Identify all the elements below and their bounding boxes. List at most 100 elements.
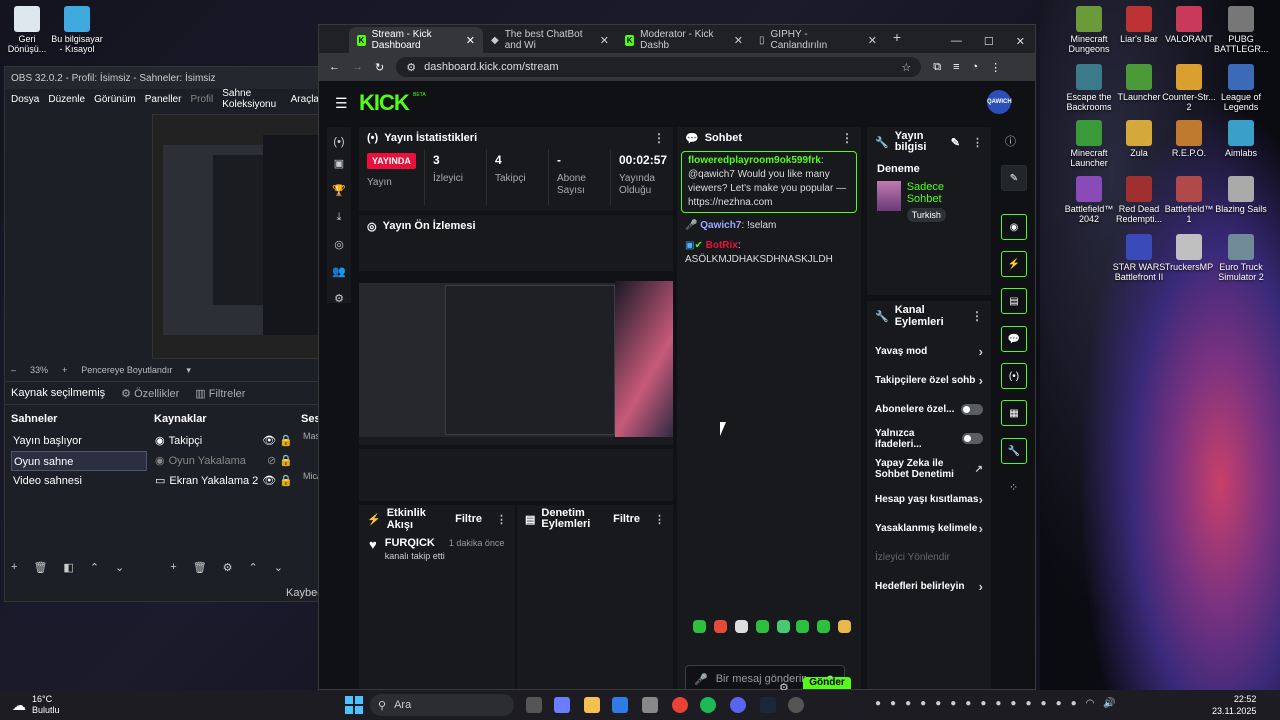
task-view-icon[interactable] (526, 697, 542, 713)
desktop-shortcut-icon[interactable]: PUBG BATTLEGR... (1214, 6, 1268, 54)
weather-widget[interactable]: ☁ 16°C Bulutlu (12, 694, 60, 716)
tray-icon[interactable]: ● (965, 698, 971, 709)
menu-file[interactable]: Dosya (11, 94, 39, 105)
filter-button[interactable]: Filtre (613, 513, 640, 525)
forward-icon[interactable]: → (352, 61, 363, 73)
action-goals[interactable]: Hedefleri belirleyin › (867, 572, 991, 601)
action-subscribers-only[interactable]: Abonelere özel... (867, 395, 991, 424)
library-icon[interactable]: ▣ (327, 157, 351, 184)
chrome-icon[interactable] (672, 697, 688, 713)
reload-icon[interactable]: ↻ (375, 61, 384, 74)
emote-icon[interactable] (714, 620, 727, 633)
more-icon[interactable]: ⋮ (972, 136, 983, 149)
more-icon[interactable]: ⋮ (653, 131, 665, 145)
tray-icon[interactable]: ● (1041, 698, 1047, 709)
minimize-icon[interactable]: — (951, 35, 962, 47)
desktop-shortcut-icon[interactable]: Battlefield™ 1 (1162, 176, 1216, 224)
apps-icon[interactable]: ⁘ (1009, 481, 1018, 494)
scene-item[interactable]: Video sahnesi (11, 471, 147, 491)
trophy-icon[interactable]: 🏆 (327, 184, 351, 211)
app-icon[interactable] (788, 697, 804, 713)
volume-icon[interactable]: 🔊 (1103, 698, 1115, 709)
emote-icon[interactable] (756, 620, 769, 633)
more-icon[interactable]: ⋮ (971, 309, 983, 323)
focus-tool-icon[interactable]: ◉ (1001, 214, 1027, 240)
tray-icon[interactable]: ● (1056, 698, 1062, 709)
copilot-icon[interactable] (554, 697, 570, 713)
desktop-shortcut-icon[interactable]: Battlefield™ 2042 (1062, 176, 1116, 224)
desktop-shortcut-icon[interactable]: Liar's Bar (1112, 6, 1166, 44)
add-icon[interactable]: + (11, 561, 17, 574)
desktop-shortcut-icon[interactable]: TLauncher (1112, 64, 1166, 102)
filter-button[interactable]: Filtre (455, 513, 482, 525)
layout-tool-icon[interactable]: ▦ (1001, 400, 1027, 426)
action-slow-mode[interactable]: Yavaş mod › (867, 337, 991, 366)
recycle-bin-icon[interactable]: Geri Dönüşü... (0, 6, 54, 54)
clock[interactable]: 22:52 23.11.2025 (1212, 693, 1256, 717)
maximize-icon[interactable]: ☐ (984, 35, 994, 48)
tray-icon[interactable]: ● (890, 698, 896, 709)
menu-docks[interactable]: Paneller (145, 94, 182, 105)
desktop-shortcut-icon[interactable]: TruckersMP (1162, 234, 1216, 272)
chat-tool-icon[interactable]: 💬 (1001, 326, 1027, 352)
browser-menu-icon[interactable]: ⋮ (990, 61, 1001, 74)
tray-icon[interactable]: ● (1071, 698, 1077, 709)
up-icon[interactable]: ⌃ (249, 561, 258, 574)
tab-chatbot[interactable]: ◆ The best ChatBot and Wi ✕ (483, 27, 617, 53)
send-button[interactable]: Gönder (803, 677, 851, 689)
menu-view[interactable]: Görünüm (94, 94, 136, 105)
extensions-icon[interactable]: ⧉ (933, 61, 941, 74)
menu-edit[interactable]: Düzenle (48, 94, 85, 105)
menu-scene-collection[interactable]: Sahne Koleksiyonu (222, 88, 281, 110)
action-emotes-only[interactable]: Yalnızca ifadeleri... (867, 424, 991, 453)
edit-tool-icon[interactable]: ✎ (1001, 165, 1027, 191)
tray-icon[interactable]: ● (950, 698, 956, 709)
close-icon[interactable]: ✕ (600, 34, 609, 47)
wrench-tool-icon[interactable]: 🔧 (1001, 438, 1027, 464)
media-icon[interactable]: ≡ (953, 61, 959, 73)
tray-icon[interactable]: ● (995, 698, 1001, 709)
spotify-icon[interactable] (700, 697, 716, 713)
file-explorer-icon[interactable] (584, 697, 600, 713)
down-icon[interactable]: ⌄ (115, 561, 124, 574)
tray-icon[interactable]: ● (1010, 698, 1016, 709)
scan-icon[interactable]: ◎ (327, 238, 351, 265)
desktop-shortcut-icon[interactable]: Euro Truck Simulator 2 (1214, 234, 1268, 282)
preview-video[interactable] (359, 271, 673, 449)
obs-icon[interactable] (642, 697, 658, 713)
source-item[interactable]: ◉ Oyun Yakalama ⊘ 🔒 (155, 451, 293, 471)
avatar[interactable]: QAWICH (987, 90, 1012, 114)
profile-icon[interactable]: ◔ (972, 61, 979, 73)
hamburger-menu-icon[interactable]: ☰ (335, 95, 348, 112)
more-icon[interactable]: ⋮ (496, 513, 507, 526)
tray-icon[interactable]: ● (875, 698, 881, 709)
kick-logo[interactable]: KICK (359, 90, 410, 116)
site-info-icon[interactable]: ⚙ (406, 61, 416, 74)
emote-icon[interactable] (796, 620, 809, 633)
menu-profile[interactable]: Profil (190, 94, 213, 105)
desktop-shortcut-icon[interactable]: VALORANT (1162, 6, 1216, 44)
more-icon[interactable]: ⋮ (654, 513, 665, 526)
users-icon[interactable]: 👥 (327, 265, 351, 292)
close-icon[interactable]: ✕ (466, 34, 475, 47)
tab-stream-dashboard[interactable]: K Stream - Kick Dashboard ✕ (349, 27, 483, 53)
download-icon[interactable]: ⤓ (327, 211, 351, 238)
steam-icon[interactable] (760, 697, 776, 713)
down-icon[interactable]: ⌄ (274, 561, 283, 574)
scene-item[interactable]: Oyun sahne (11, 451, 147, 471)
desktop-shortcut-icon[interactable]: Escape the Backrooms (1062, 64, 1116, 112)
desktop-shortcut-icon[interactable]: League of Legends (1214, 64, 1268, 112)
edit-icon[interactable]: ✎ (951, 136, 960, 149)
obs-preview[interactable] (152, 114, 319, 359)
desktop-shortcut-icon[interactable]: R.E.P.O. (1162, 120, 1216, 158)
up-icon[interactable]: ⌃ (90, 561, 99, 574)
close-icon[interactable]: ✕ (734, 34, 743, 47)
tray-icon[interactable]: ● (905, 698, 911, 709)
filters-button[interactable]: ▥ Filtreler (195, 387, 245, 400)
info-icon[interactable]: ⓘ (1005, 133, 1016, 149)
bookmark-star-icon[interactable]: ☆ (901, 61, 921, 74)
emote-icon[interactable] (817, 620, 830, 633)
start-icon[interactable] (345, 696, 363, 714)
emote-icon[interactable] (838, 620, 851, 633)
desktop-shortcut-icon[interactable]: Counter-Str... 2 (1162, 64, 1216, 112)
